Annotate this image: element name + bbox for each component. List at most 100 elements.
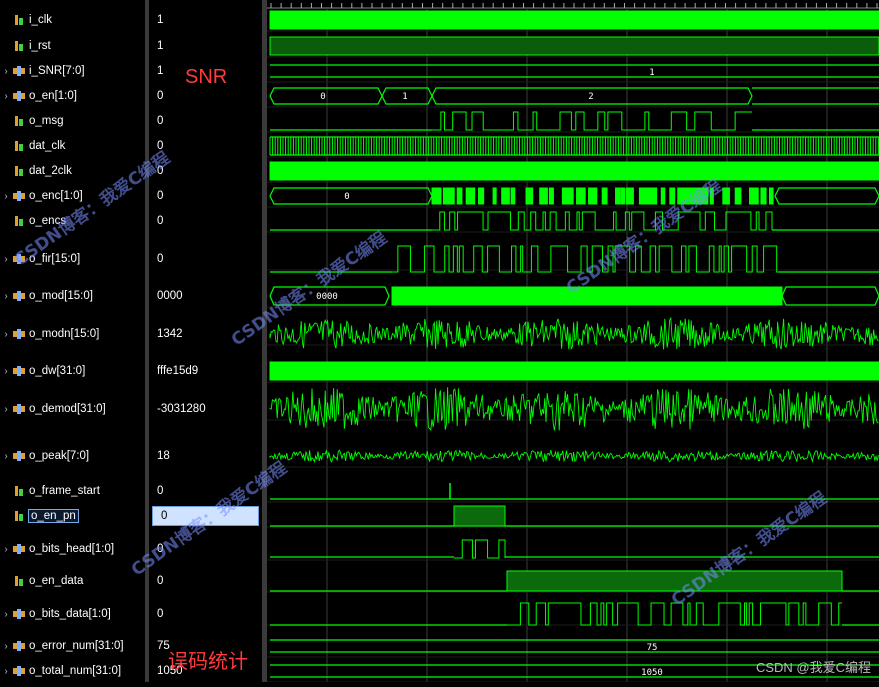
signal-row[interactable]: › o_bits_data[1:0] [0,604,145,624]
signal-value: 0000 [157,290,183,302]
signal-name: o_en[1:0] [29,90,77,102]
signal-row[interactable]: › o_total_num[31:0] [0,661,145,681]
signal-value: fffe15d9 [157,365,199,377]
signal-row[interactable]: dat_2clk [0,161,145,181]
signal-value: 1342 [157,328,183,340]
signal-row[interactable]: › o_en[1:0] [0,86,145,106]
signal-value: 18 [157,450,170,462]
signal-row[interactable]: i_rst [0,36,145,56]
expand-chevron-icon[interactable]: › [0,366,12,377]
total-num-label: 1050 [641,668,663,678]
error-stats-annotation: 误码统计 [168,651,248,673]
snr-annotation: SNR [185,66,228,88]
wave-block [650,187,658,205]
bit-signal-icon [15,41,23,51]
signal-row[interactable]: › o_fir[15:0] [0,249,145,269]
signal-row[interactable]: › i_SNR[7:0] [0,61,145,81]
expand-chevron-icon[interactable]: › [0,191,12,202]
signal-row[interactable]: › o_mod[15:0] [0,286,145,306]
bit-signal-icon [15,141,23,151]
signal-value: 1 [157,40,164,52]
signal-name: o_total_num[31:0] [29,665,122,677]
signal-row[interactable]: o_en_pn [0,506,145,526]
bus-signal-icon [13,291,25,301]
bit-signal-icon [15,166,23,176]
signal-name: i_clk [29,14,53,26]
expand-chevron-icon[interactable]: › [0,66,12,77]
expand-chevron-icon[interactable]: › [0,254,12,265]
signal-value: 0 [157,115,164,127]
signal-name: o_demod[31:0] [29,403,106,415]
bus-signal-icon [13,329,25,339]
en-bus-label: 1 [402,92,407,102]
expand-chevron-icon[interactable]: › [0,404,12,415]
expand-chevron-icon[interactable]: › [0,544,12,555]
msg-wave [432,111,752,131]
en-bus-label: 0 [320,92,325,102]
wave-block [683,187,689,205]
expand-chevron-icon[interactable]: › [0,291,12,302]
signal-value: 0 [157,165,164,177]
wave-block [478,187,485,205]
expand-chevron-icon[interactable]: › [0,641,12,652]
expand-chevron-icon[interactable]: › [0,451,12,462]
signal-row[interactable]: › o_dw[31:0] [0,361,145,381]
bit-signal-icon [15,511,23,521]
wave-block [453,505,506,527]
signal-row[interactable]: › o_peak[7:0] [0,446,145,466]
expand-chevron-icon[interactable]: › [0,609,12,620]
signal-row[interactable]: o_frame_start [0,481,145,501]
signal-row[interactable]: › o_error_num[31:0] [0,636,145,656]
peak-noise [269,448,879,464]
wave-block [722,187,730,205]
wave-block [269,361,879,381]
expand-chevron-icon[interactable]: › [0,329,12,340]
signal-name: o_fir[15:0] [29,253,81,265]
signal-row[interactable]: i_clk [0,10,145,30]
signal-name: o_encs [29,215,67,227]
expand-chevron-icon[interactable]: › [0,666,12,677]
signal-row[interactable]: › o_enc[1:0] [0,186,145,206]
bit-signal-icon [15,216,23,226]
signal-name: o_error_num[31:0] [29,640,124,652]
signal-name: o_bits_head[1:0] [29,543,115,555]
wave-block [569,187,574,205]
signal-value: 0 [157,575,164,587]
signal-name: o_modn[15:0] [29,328,100,340]
bits-head-wave [454,539,506,559]
demod-noise [269,387,879,431]
wave-block [525,187,534,205]
wave-block [760,187,767,205]
fir-wave [392,245,779,273]
signal-row[interactable]: › o_demod[31:0] [0,399,145,419]
wave-block [465,187,476,205]
signal-row[interactable]: › o_bits_head[1:0] [0,539,145,559]
signal-row[interactable]: dat_clk [0,136,145,156]
wave-block [391,286,783,306]
signal-name: o_peak[7:0] [29,450,90,462]
signal-value: 0 [157,90,164,102]
signal-name: o_en_data [29,575,84,587]
signal-value: 0 [157,190,164,202]
bit-signal-icon [15,15,23,25]
waveform-panel[interactable]: 1 0 1 2 0 0000 75 1050 [267,0,879,683]
bus-signal-icon [13,366,25,376]
wave-block [506,570,843,592]
bus-signal-icon [13,666,25,676]
signal-row[interactable]: › o_modn[15:0] [0,324,145,344]
expand-chevron-icon[interactable]: › [0,91,12,102]
wave-block [734,187,742,205]
signal-name: i_SNR[7:0] [29,65,85,77]
wave-block [539,187,548,205]
signal-name: dat_2clk [29,165,72,177]
bus-signal-icon [13,404,25,414]
error-num-label: 75 [647,643,658,653]
signal-value-panel: 1 1 1 0 0 0 0 0 0 0 0000 1342 fffe15d9 -3031280 18 0 0 0 0… [149,0,262,682]
waveform-canvas[interactable]: 10 1 200000751050 [267,0,879,683]
signal-row[interactable]: o_en_data [0,571,145,591]
signal-row[interactable]: o_encs [0,211,145,231]
wave-block [269,161,879,181]
wave-block [510,187,516,205]
bus-signal-icon [13,641,25,651]
signal-row[interactable]: o_msg [0,111,145,131]
